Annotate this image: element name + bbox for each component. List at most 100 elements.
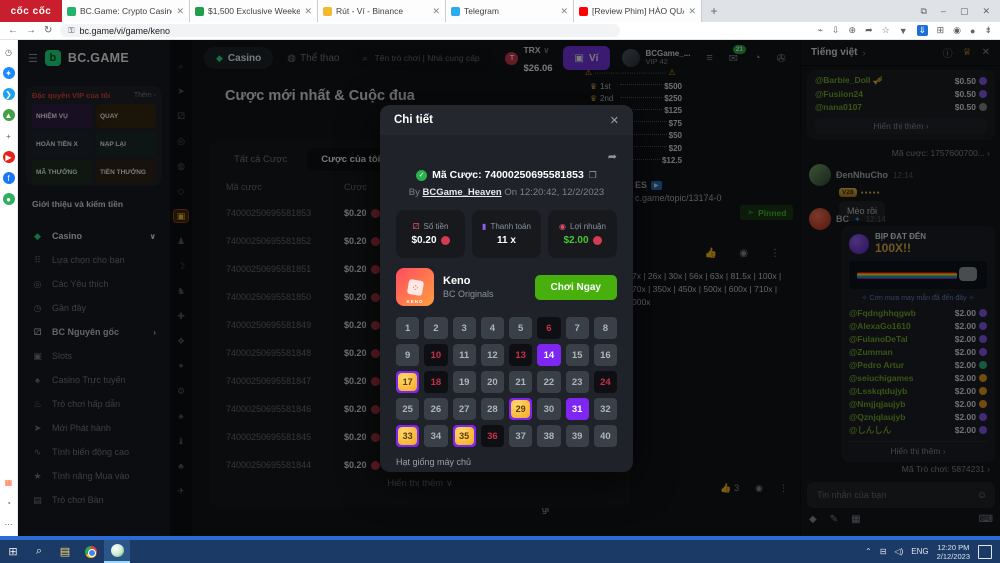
address-icon[interactable]: ⊕ — [849, 25, 857, 36]
address-icon[interactable]: ⇓ — [917, 25, 928, 36]
address-icon[interactable]: ● — [970, 26, 975, 36]
side-rail-icon[interactable]: ⋯ — [3, 518, 15, 530]
minimize-button[interactable]: – — [941, 6, 946, 16]
address-icon[interactable]: ⇩ — [832, 25, 840, 36]
trx-coin-icon — [441, 236, 450, 245]
keno-cell[interactable]: 17 — [396, 371, 419, 393]
keno-cell[interactable]: 21 — [509, 371, 532, 393]
keno-cell[interactable]: 38 — [537, 425, 560, 447]
forward-icon[interactable]: → — [26, 25, 36, 36]
keno-cell[interactable]: 8 — [594, 317, 617, 339]
keno-cell[interactable]: 10 — [424, 344, 447, 366]
address-icon[interactable]: ➦ — [865, 25, 873, 36]
address-icon[interactable]: ⌁ — [818, 25, 823, 36]
keno-cell[interactable]: 24 — [594, 371, 617, 393]
browser-tab[interactable]: $1,500 Exclusive Weekend K ✕ — [190, 0, 318, 22]
keno-game-icon[interactable]: ⁘ KENO — [396, 268, 434, 306]
side-rail-icon[interactable]: f — [3, 172, 15, 184]
keno-cell[interactable]: 35 — [453, 425, 476, 447]
tab-close-icon[interactable]: ✕ — [560, 6, 568, 17]
side-rail-icon[interactable]: ● — [3, 193, 15, 205]
keno-cell[interactable]: 7 — [566, 317, 589, 339]
tab-close-icon[interactable]: ✕ — [304, 6, 312, 17]
keno-cell[interactable]: 20 — [481, 371, 504, 393]
side-rail-icon[interactable]: ▦ — [3, 476, 15, 488]
side-rail-icon[interactable]: ◔ — [3, 497, 15, 509]
keno-cell[interactable]: 6 — [537, 317, 560, 339]
keno-cell[interactable]: 36 — [481, 425, 504, 447]
chrome-icon[interactable] — [78, 540, 104, 563]
keno-cell[interactable]: 40 — [594, 425, 617, 447]
address-icon[interactable]: ☆ — [882, 25, 890, 36]
reload-icon[interactable]: ↻ — [44, 25, 52, 36]
keno-cell[interactable]: 19 — [453, 371, 476, 393]
back-icon[interactable]: ← — [8, 25, 18, 36]
keno-cell[interactable]: 29 — [509, 398, 532, 420]
new-tab-button[interactable]: + — [702, 0, 726, 22]
keno-cell[interactable]: 26 — [424, 398, 447, 420]
keno-cell[interactable]: 32 — [594, 398, 617, 420]
play-now-button[interactable]: Chơi Ngay — [535, 275, 617, 300]
network-icon[interactable]: ⊟ — [880, 547, 887, 556]
start-button[interactable]: ⊞ — [0, 540, 26, 563]
player-link[interactable]: BCGame_Heaven — [423, 187, 502, 198]
keno-cell[interactable]: 15 — [566, 344, 589, 366]
keno-cell[interactable]: 39 — [566, 425, 589, 447]
side-panel-icon[interactable]: ⧉ — [920, 6, 926, 17]
modal-close-icon[interactable]: ✕ — [610, 114, 619, 127]
keno-cell[interactable]: 9 — [396, 344, 419, 366]
browser-tab[interactable]: Telegram ✕ — [446, 0, 574, 22]
keno-cell[interactable]: 31 — [566, 398, 589, 420]
side-rail-icon[interactable]: ✦ — [3, 67, 15, 79]
keno-cell[interactable]: 11 — [453, 344, 476, 366]
keno-cell[interactable]: 33 — [396, 425, 419, 447]
tray-caret-icon[interactable]: ⌃ — [865, 547, 872, 556]
keno-cell[interactable]: 16 — [594, 344, 617, 366]
side-rail-icon[interactable]: ❯ — [3, 88, 15, 100]
keno-cell[interactable]: 18 — [424, 371, 447, 393]
taskbar-search-icon[interactable]: ⌕ — [26, 540, 52, 563]
tab-close-icon[interactable]: ✕ — [432, 6, 440, 17]
keno-cell[interactable]: 34 — [424, 425, 447, 447]
side-rail-icon[interactable]: ▶ — [3, 151, 15, 163]
copy-icon[interactable]: ❐ — [589, 170, 597, 181]
keno-cell[interactable]: 27 — [453, 398, 476, 420]
coccoc-logo[interactable]: cốc cốc — [0, 0, 62, 22]
side-rail-icon[interactable]: ▲ — [3, 109, 15, 121]
browser-tab[interactable]: [Review Phim] HÀO QUA 🔊 ✕ — [574, 0, 702, 22]
notification-center-icon[interactable] — [978, 545, 992, 559]
side-rail-icon[interactable]: + — [3, 130, 15, 142]
keno-cell[interactable]: 5 — [509, 317, 532, 339]
address-icon[interactable]: ◉ — [953, 25, 961, 36]
volume-icon[interactable]: ◁) — [894, 547, 903, 556]
coccoc-taskbar-icon[interactable] — [104, 540, 130, 563]
tab-close-icon[interactable]: ✕ — [688, 6, 696, 17]
side-rail-icon[interactable]: ◷ — [3, 46, 15, 58]
maximize-button[interactable]: ▢ — [960, 6, 969, 17]
keno-cell[interactable]: 2 — [424, 317, 447, 339]
keno-cell[interactable]: 28 — [481, 398, 504, 420]
address-icon[interactable]: ⇟ — [984, 25, 992, 36]
language-indicator[interactable]: ENG — [911, 547, 928, 556]
keno-cell[interactable]: 23 — [566, 371, 589, 393]
share-icon[interactable]: ➦ — [608, 150, 617, 163]
url-field[interactable]: ⚿ bc.game/vi/game/keno — [60, 24, 620, 37]
file-explorer-icon[interactable]: ▤ — [52, 540, 78, 563]
close-button[interactable]: ✕ — [982, 6, 990, 17]
address-icon[interactable]: ▼ — [899, 26, 908, 36]
keno-cell[interactable]: 30 — [537, 398, 560, 420]
keno-cell[interactable]: 13 — [509, 344, 532, 366]
keno-cell[interactable]: 22 — [537, 371, 560, 393]
keno-cell[interactable]: 12 — [481, 344, 504, 366]
keno-cell[interactable]: 4 — [481, 317, 504, 339]
browser-tab[interactable]: Rút - Ví - Binance ✕ — [318, 0, 446, 22]
keno-cell[interactable]: 25 — [396, 398, 419, 420]
address-icon[interactable]: ⊞ — [937, 25, 945, 36]
keno-cell[interactable]: 37 — [509, 425, 532, 447]
keno-cell[interactable]: 14 — [537, 344, 560, 366]
clock[interactable]: 12:20 PM2/12/2023 — [937, 543, 970, 561]
keno-cell[interactable]: 1 — [396, 317, 419, 339]
tab-close-icon[interactable]: ✕ — [176, 6, 184, 17]
browser-tab[interactable]: BC.Game: Crypto Casino Gan ✕ — [62, 0, 190, 22]
keno-cell[interactable]: 3 — [453, 317, 476, 339]
